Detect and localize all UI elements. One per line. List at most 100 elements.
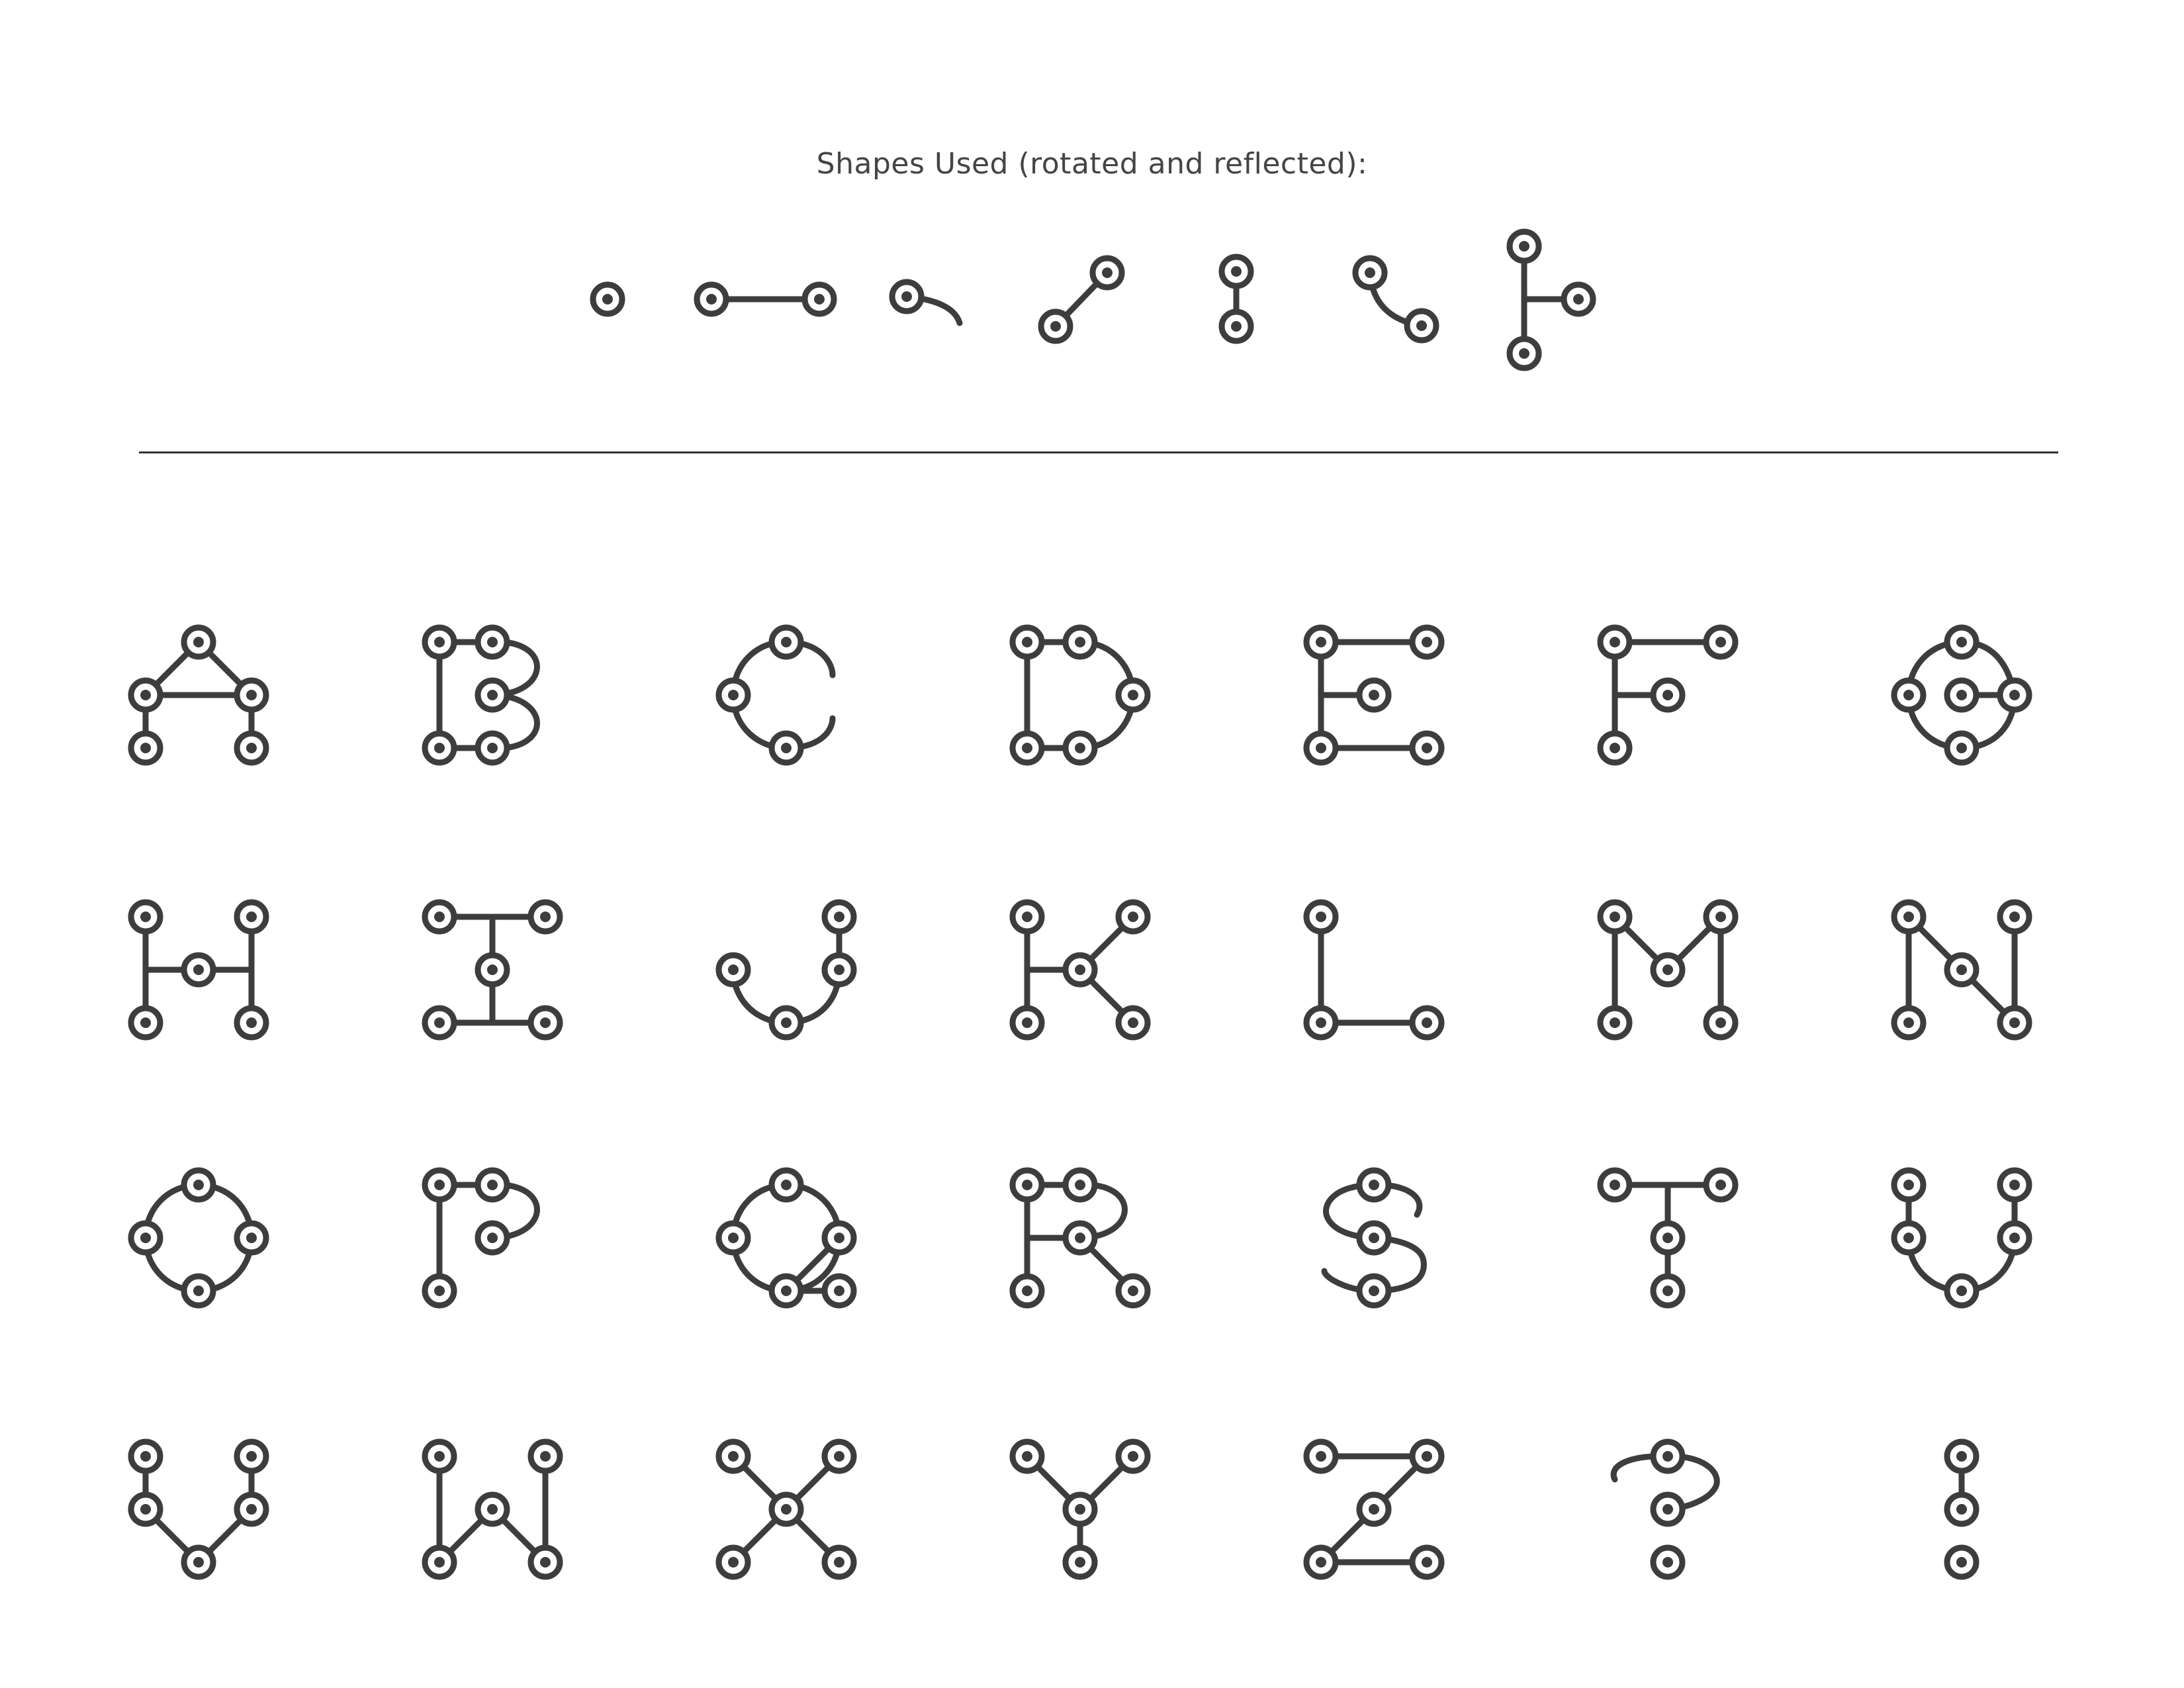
node-circle [1650,1491,1686,1527]
glyph-d [1009,624,1151,766]
node-circle [1409,1005,1445,1041]
node-circle [1009,1005,1045,1041]
node-circle [1356,1273,1392,1309]
node-circle [821,899,857,935]
glyph-w [422,1438,563,1580]
node-circle [1009,899,1045,935]
node-circle [1891,1167,1927,1203]
node-circle [527,1005,563,1041]
node-circle [234,1491,269,1527]
node-circle [1650,1544,1686,1580]
glyph-q [715,1167,857,1309]
node-circle [181,1544,216,1580]
node-circle [1944,730,1979,766]
node-circle [128,1220,163,1256]
node-circle [422,624,457,660]
node-circle [1703,624,1739,660]
node-circle [234,899,269,935]
node-circle [1650,1273,1686,1309]
glyph-exclamation [1944,1438,1979,1580]
glyph-y [1009,1438,1151,1580]
node-circle [1009,1438,1045,1474]
node-circle [128,677,163,713]
node-circle [234,677,269,713]
node-circle [1009,1273,1045,1309]
node-circle [527,1544,563,1580]
glyph-b [422,624,540,766]
node-circle [1356,1491,1392,1527]
node-circle [768,1005,804,1041]
node-circle [475,1491,510,1527]
node-circle [1115,899,1151,935]
node-circle [422,1438,457,1474]
node-circle [1997,677,2032,713]
node-circle [768,1273,804,1309]
node-circle [1703,1167,1739,1203]
node-circle [422,1273,457,1309]
glyph-c [715,624,836,766]
node-circle [422,1167,457,1203]
node-circle [1062,952,1098,988]
node-circle [234,1220,269,1256]
node-circle [768,730,804,766]
node-circle [128,730,163,766]
node-circle [1409,1544,1445,1580]
node-circle [1944,677,1979,713]
node-circle [1944,1544,1979,1580]
node-circle [1891,677,1927,713]
glyph-question [1610,1438,1720,1580]
glyph-k [1009,899,1151,1041]
node-circle [527,899,563,935]
node-circle [234,1005,269,1041]
node-circle [768,1167,804,1203]
node-circle [1062,1491,1098,1527]
node-circle [1944,1273,1979,1309]
glyph-s [1321,1167,1427,1309]
node-circle [1409,1438,1445,1474]
glyph-e [1303,624,1445,766]
node-circle [1997,1167,2032,1203]
node-circle [1997,899,2032,935]
node-circle [768,624,804,660]
glyph-i [422,899,563,1041]
node-circle [234,730,269,766]
node-circle [1944,952,1979,988]
node-circle [1891,899,1927,935]
glyph-p [422,1167,540,1309]
glyph-u [1891,1167,2032,1309]
node-circle [1115,1438,1151,1474]
node-circle [128,1005,163,1041]
node-circle [422,1005,457,1041]
glyph-f [1597,624,1739,766]
node-circle [475,677,510,713]
node-circle [1944,1438,1979,1474]
alphabet-sheet: Shapes Used (rotated and reflected): [0,0,2184,1688]
glyph-o [128,1167,269,1309]
node-circle [715,952,751,988]
glyph-z [1303,1438,1445,1580]
node-circle [821,1273,857,1309]
node-circle [128,899,163,935]
node-circle [1356,677,1392,713]
node-circle [1597,899,1633,935]
node-circle [1303,730,1339,766]
node-circle [1409,624,1445,660]
node-circle [715,1220,751,1256]
node-circle [1062,1167,1098,1203]
node-circle [1997,1220,2032,1256]
node-circle [1062,1220,1098,1256]
node-circle [1009,1167,1045,1203]
node-circle [1303,624,1339,660]
node-circle [475,1167,510,1203]
node-circle [1944,624,1979,660]
node-circle [181,624,216,660]
node-circle [234,1438,269,1474]
node-circle [1650,1220,1686,1256]
node-circle [1997,1005,2032,1041]
glyph-r [1009,1167,1151,1309]
node-circle [1009,730,1045,766]
node-circle [475,952,510,988]
node-circle [1650,952,1686,988]
glyph-x [715,1438,857,1580]
glyph-v [128,1438,269,1580]
